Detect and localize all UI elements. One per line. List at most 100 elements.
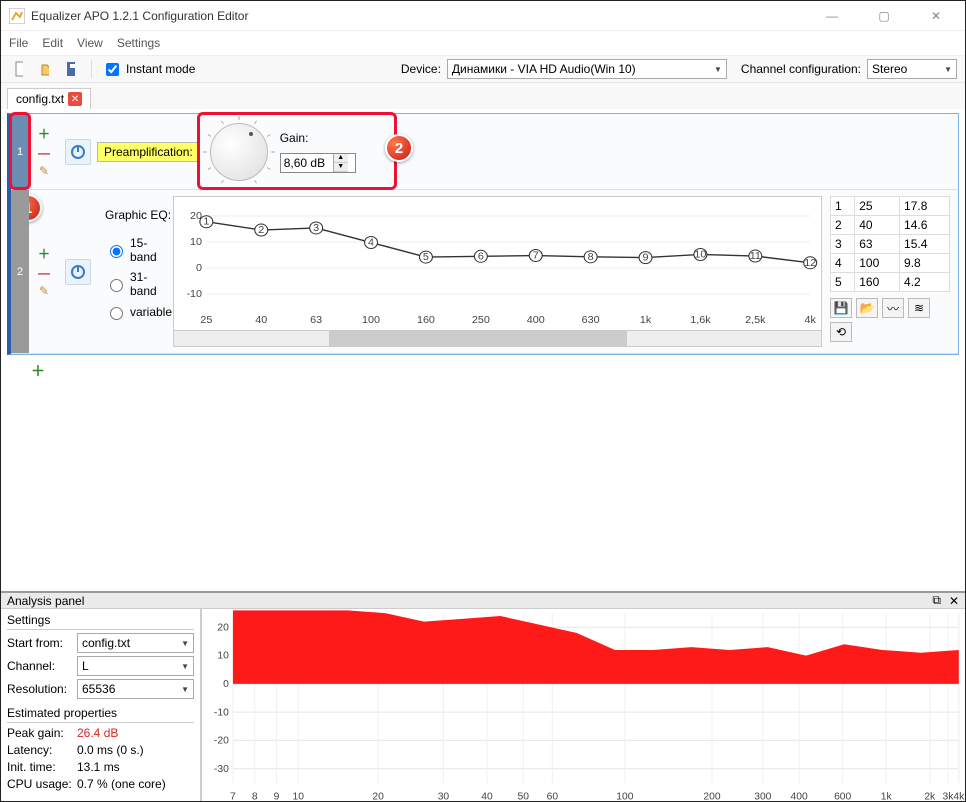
menu-settings[interactable]: Settings [117,36,160,50]
device-dropdown[interactable]: Динамики - VIA HD Audio(Win 10) [447,59,727,79]
svg-text:20: 20 [372,792,384,801]
radio-31band[interactable]: 31-band [105,270,165,298]
resolution-dropdown[interactable]: 65536 [77,679,194,699]
filter-row-1: 1 ＋ — ✎ Preamplification: [11,114,958,190]
latency-label: Latency: [7,743,73,757]
svg-text:9: 9 [643,253,649,264]
svg-text:8: 8 [588,252,594,263]
channel-dropdown[interactable]: L [77,656,194,676]
close-panel-icon[interactable]: ✕ [949,594,959,608]
instant-mode-checkbox[interactable]: Instant mode [102,60,195,79]
minimize-button[interactable]: — [815,5,849,27]
eq-scrollbar[interactable] [174,330,821,346]
filter-num-1[interactable]: 1 [11,114,29,189]
svg-text:10: 10 [217,651,229,662]
svg-text:1: 1 [203,217,209,228]
spin-down-icon[interactable]: ▼ [334,163,348,172]
svg-text:63: 63 [310,315,322,326]
graphic-eq-label: Graphic EQ: [105,208,171,222]
svg-text:4: 4 [368,238,374,249]
svg-text:300: 300 [754,792,771,801]
undock-icon[interactable]: ⧉ [932,593,941,608]
analysis-panel: Analysis panel ⧉ ✕ Settings Start from: … [1,591,965,801]
svg-text:5: 5 [423,252,429,263]
save-file-button[interactable] [61,59,81,79]
svg-text:6: 6 [478,252,484,263]
table-row[interactable]: 24014.6 [831,216,950,235]
table-row[interactable]: 41009.8 [831,254,950,273]
svg-text:100: 100 [362,315,380,326]
analysis-header: Analysis panel ⧉ ✕ [1,593,965,609]
edit-filter-icon[interactable]: ✎ [39,164,49,178]
open-eq-icon[interactable]: 📂 [856,298,878,318]
svg-text:2k: 2k [924,792,936,801]
svg-text:1k: 1k [881,792,893,801]
svg-text:7: 7 [230,792,236,801]
spin-up-icon[interactable]: ▲ [334,154,348,163]
edit-filter-icon[interactable]: ✎ [39,284,49,298]
new-file-button[interactable] [9,59,29,79]
gain-input[interactable] [281,156,333,170]
gain-spinbox[interactable]: ▲▼ [280,153,356,173]
gain-knob[interactable] [210,123,268,181]
menu-edit[interactable]: Edit [42,36,63,50]
remove-filter-icon[interactable]: — [38,146,50,160]
svg-text:11: 11 [750,251,761,262]
toolbar: Instant mode Device: Динамики - VIA HD A… [1,55,965,83]
svg-text:100: 100 [616,792,633,801]
init-value: 13.1 ms [77,760,120,774]
tab-close-icon[interactable]: ✕ [68,92,82,106]
add-filter-icon[interactable]: ＋ [38,125,50,142]
remove-filter-icon[interactable]: — [38,266,50,280]
eq-chart[interactable]: 20100-102540631001602504006301k1,6k2,5k4… [173,196,822,347]
add-filter-icon[interactable]: ＋ [31,363,45,379]
svg-text:0: 0 [223,679,229,690]
radio-variable[interactable]: variable [105,304,165,320]
close-window-button[interactable]: ✕ [919,5,953,27]
svg-text:0: 0 [196,263,202,274]
svg-text:-30: -30 [214,764,229,775]
filter-num-2[interactable]: 2 [11,190,29,353]
reset-eq-icon[interactable]: ⟲ [830,322,852,342]
channel-label: Channel: [7,659,73,673]
cpu-value: 0.7 % (one core) [77,777,166,791]
start-dropdown[interactable]: config.txt [77,633,194,653]
maximize-button[interactable]: ▢ [867,5,901,27]
svg-text:4k: 4k [805,315,817,326]
eq-table[interactable]: 12517.824014.636315.441009.851604.2 [830,196,950,292]
svg-text:25: 25 [200,315,212,326]
start-label: Start from: [7,636,73,650]
add-filter-icon[interactable]: ＋ [38,245,50,262]
instant-mode-input[interactable] [106,63,119,76]
svg-text:2: 2 [258,225,264,236]
menu-file[interactable]: File [9,36,28,50]
analysis-chart[interactable]: 20100-10-20-3078910203040506010020030040… [201,609,965,801]
tab-config[interactable]: config.txt ✕ [7,88,91,109]
normalize-eq-icon[interactable]: ≋ [908,298,930,318]
app-window: Equalizer APO 1.2.1 Configuration Editor… [0,0,966,802]
svg-text:400: 400 [527,315,545,326]
table-row[interactable]: 36315.4 [831,235,950,254]
menu-view[interactable]: View [77,36,103,50]
invert-eq-icon[interactable]: 〰 [882,298,904,318]
svg-text:8: 8 [252,792,258,801]
open-file-button[interactable] [35,59,55,79]
filter-controls-1: ＋ — ✎ [29,114,59,189]
preamp-label[interactable]: Preamplification: [97,142,200,162]
chanconf-dropdown[interactable]: Stereo [867,59,957,79]
save-eq-icon[interactable]: 💾 [830,298,852,318]
svg-text:50: 50 [518,792,530,801]
table-row[interactable]: 51604.2 [831,273,950,292]
separator [91,60,92,78]
eq-value-table: 12517.824014.636315.441009.851604.2 💾 📂 … [830,196,950,347]
radio-15band[interactable]: 15-band [105,236,165,264]
filter-controls-2: ＋ — ✎ [29,190,59,353]
cpu-label: CPU usage: [7,777,73,791]
filter-row-2: 2 ＋ — ✎ Graphic EQ: 15-band 31-band vari… [11,190,958,354]
svg-text:4k: 4k [953,792,965,801]
table-row[interactable]: 12517.8 [831,197,950,216]
power-button-2[interactable] [65,259,91,285]
tab-label: config.txt [16,92,64,106]
power-button-1[interactable] [65,139,91,165]
svg-text:-10: -10 [186,289,202,300]
